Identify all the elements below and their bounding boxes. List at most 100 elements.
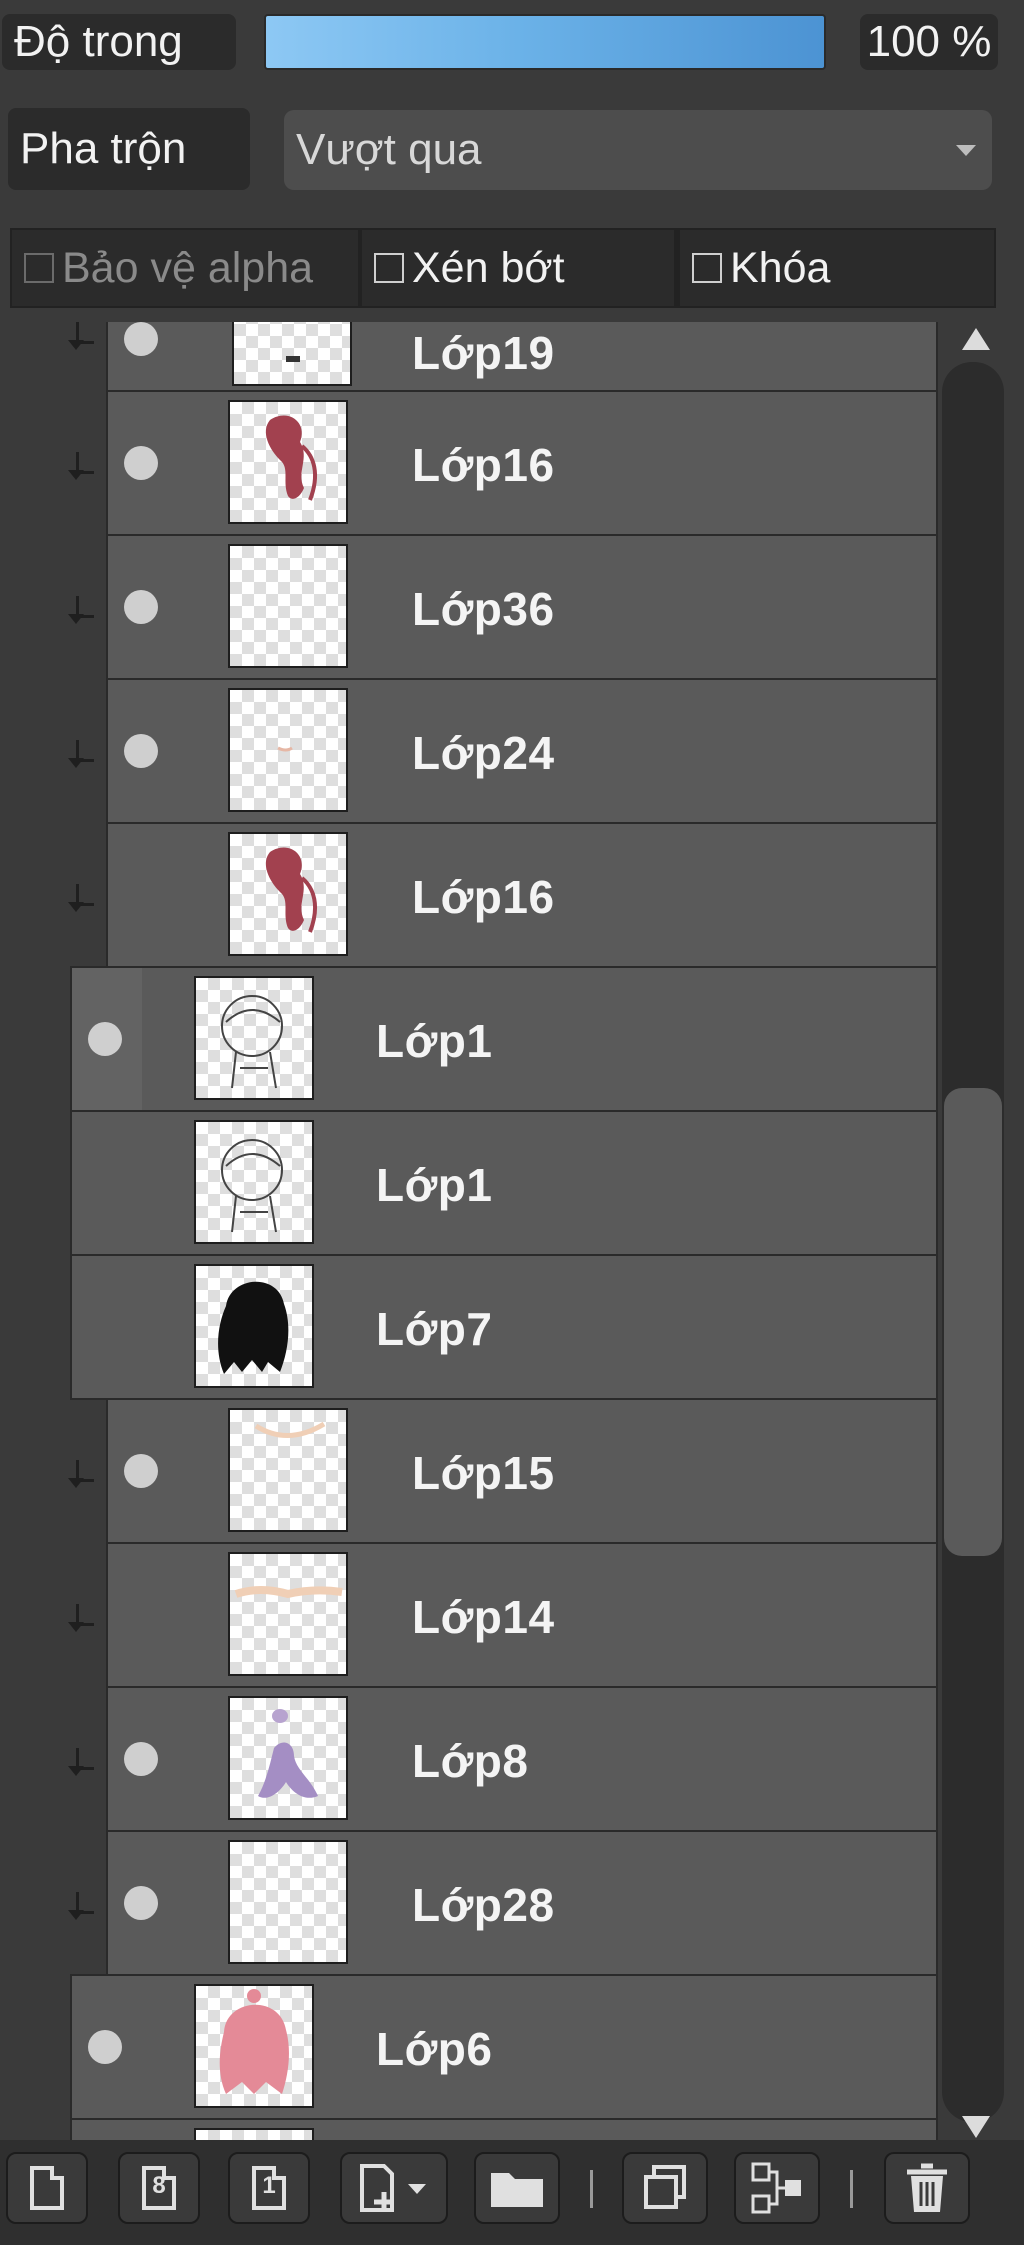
clipping-indicator-icon	[68, 1604, 94, 1632]
layer-row[interactable]: Lớp16	[106, 822, 938, 968]
new-folder-icon	[491, 2173, 543, 2207]
layer-name: Lớp7	[376, 1303, 493, 1355]
clipping-indicator-icon	[68, 740, 94, 768]
layer-thumbnail	[228, 1408, 348, 1532]
opacity-label: Độ trong	[14, 17, 183, 66]
chevron-down-icon	[956, 145, 976, 156]
blend-label: Pha trộn	[20, 124, 187, 173]
layer-row[interactable]	[70, 2118, 938, 2140]
new-8bit-layer-icon: 8	[142, 2166, 176, 2210]
scroll-down-icon[interactable]	[962, 2116, 990, 2138]
opacity-label-box: Độ trong	[2, 14, 236, 70]
opacity-slider[interactable]	[264, 14, 826, 70]
opacity-value-box[interactable]: 100 %	[860, 14, 998, 70]
layer-thumbnail	[228, 400, 348, 524]
layer-thumbnail	[194, 1264, 314, 1388]
icon-label-1: 1	[262, 2172, 276, 2199]
icon-label-8: 8	[152, 2172, 166, 2199]
blend-mode-dropdown[interactable]: Vượt qua	[284, 110, 992, 190]
opacity-value: 100 %	[866, 17, 992, 66]
layer-name: Lớp8	[412, 1735, 529, 1787]
layer-name: Lớp1	[376, 1015, 493, 1067]
new-layer-button[interactable]	[6, 2152, 88, 2224]
layer-thumbnail	[194, 1984, 314, 2108]
clipping-indicator-icon	[68, 1748, 94, 1776]
protect-alpha-label: Bảo vệ alpha	[62, 243, 314, 292]
clipping-indicator-icon	[68, 596, 94, 624]
layer-name: Lớp28	[412, 1879, 555, 1931]
clipping-option[interactable]: Xén bớt	[362, 230, 674, 306]
delete-layer-icon	[907, 2163, 947, 2212]
eye-icon[interactable]	[124, 1454, 158, 1488]
layer-row[interactable]: Lớp16	[106, 390, 938, 536]
layer-name: Lớp14	[412, 1591, 555, 1643]
layer-thumbnail	[228, 1552, 348, 1676]
clipping-indicator-icon	[68, 452, 94, 480]
new-layer-icon	[30, 2166, 64, 2210]
clipping-indicator-icon	[68, 1460, 94, 1488]
scroll-up-icon[interactable]	[962, 328, 990, 350]
clipping-indicator-icon	[68, 884, 94, 912]
lock-label: Khóa	[730, 243, 831, 292]
layer-row[interactable]: Lớp6	[70, 1974, 938, 2120]
layer-row[interactable]: Lớp15	[106, 1398, 938, 1544]
layer-thumbnail	[194, 976, 314, 1100]
layer-name: Lớp6	[376, 2023, 493, 2075]
layer-row[interactable]: Lớp1	[70, 966, 938, 1112]
delete-layer-button[interactable]	[884, 2152, 970, 2224]
toolbar-separator	[590, 2170, 593, 2208]
layer-row[interactable]: Lớp1	[70, 1110, 938, 1256]
new-1bit-layer-button[interactable]: 1	[228, 2152, 310, 2224]
new-8bit-layer-button[interactable]: 8	[118, 2152, 200, 2224]
layer-list-scrollbar-thumb[interactable]	[944, 1088, 1002, 1556]
layer-name: Lớp19	[412, 327, 555, 379]
layer-thumbnail	[194, 2128, 314, 2140]
layer-name: Lớp24	[412, 727, 555, 779]
clipping-indicator-icon	[68, 322, 94, 350]
add-layer-menu-icon	[360, 2164, 426, 2212]
lock-option[interactable]: Khóa	[680, 230, 994, 306]
clipping-checkbox[interactable]	[374, 253, 404, 283]
layer-thumbnail	[228, 1696, 348, 1820]
eye-icon[interactable]	[124, 1742, 158, 1776]
duplicate-layer-button[interactable]	[622, 2152, 708, 2224]
eye-icon[interactable]	[88, 1022, 122, 1056]
layer-name: Lớp36	[412, 583, 555, 635]
new-1bit-layer-icon: 1	[252, 2166, 286, 2210]
layer-row[interactable]: Lớp14	[106, 1542, 938, 1688]
clipping-indicator-icon	[68, 1892, 94, 1920]
eye-icon[interactable]	[88, 2030, 122, 2064]
layer-name: Lớp15	[412, 1447, 555, 1499]
layer-row[interactable]: Lớp8	[106, 1686, 938, 1832]
eye-icon[interactable]	[124, 1886, 158, 1920]
layer-name: Lớp16	[412, 871, 555, 923]
layer-row[interactable]: Lớp24	[106, 678, 938, 824]
eye-icon[interactable]	[124, 590, 158, 624]
layer-row[interactable]: Lớp19	[106, 322, 938, 392]
add-layer-menu-button[interactable]	[340, 2152, 448, 2224]
blend-label-box: Pha trộn	[8, 108, 250, 190]
new-folder-button[interactable]	[474, 2152, 560, 2224]
layer-thumbnail	[228, 832, 348, 956]
layer-thumbnail	[194, 1120, 314, 1244]
toolbar-separator	[850, 2170, 853, 2208]
layer-thumbnail	[232, 322, 352, 386]
lock-checkbox[interactable]	[692, 253, 722, 283]
layer-row[interactable]: Lớp7	[70, 1254, 938, 1400]
layer-row[interactable]: Lớp28	[106, 1830, 938, 1976]
eye-icon[interactable]	[124, 322, 158, 356]
merge-down-button[interactable]	[734, 2152, 820, 2224]
layer-row[interactable]: Lớp36	[106, 534, 938, 680]
blend-mode-value: Vượt qua	[296, 125, 482, 174]
eye-icon[interactable]	[124, 734, 158, 768]
merge-down-icon	[751, 2162, 801, 2214]
protect-alpha-checkbox[interactable]	[24, 253, 54, 283]
eye-icon[interactable]	[124, 446, 158, 480]
layer-list[interactable]: Lớp19 Lớp16 Lớp36 Lớp24 Lớp16 Lớp1 Lớp1 …	[0, 322, 1024, 2140]
layer-thumbnail	[228, 544, 348, 668]
layer-name: Lớp16	[412, 439, 555, 491]
layer-name: Lớp1	[376, 1159, 493, 1211]
duplicate-layer-icon	[644, 2165, 686, 2209]
protect-alpha-option[interactable]: Bảo vệ alpha	[12, 230, 358, 306]
clipping-label: Xén bớt	[412, 243, 565, 292]
